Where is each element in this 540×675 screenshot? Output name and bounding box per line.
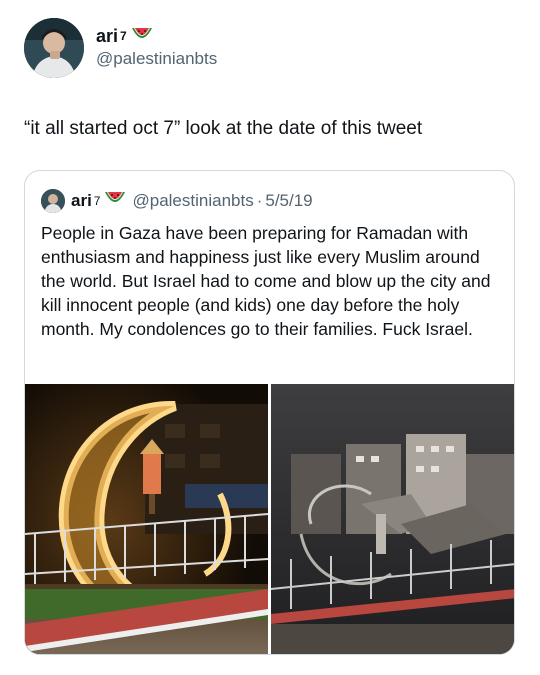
display-name-superscript: 7	[120, 29, 127, 43]
meta-separator: ·	[256, 191, 263, 210]
quoted-display-name-superscript: 7	[93, 194, 101, 208]
quoted-avatar[interactable]	[41, 189, 65, 213]
quoted-avatar-photo	[41, 189, 65, 213]
quoted-tweet-header: ari 7 @palestinianbts · 5/5/19	[41, 189, 313, 213]
handle[interactable]: @palestinianbts	[96, 47, 217, 71]
quoted-tweet-text: People in Gaza have been preparing for R…	[41, 223, 491, 339]
avatar-photo	[24, 18, 84, 78]
quoted-tweet[interactable]: ari 7 @palestinianbts · 5/5/19 People in…	[24, 170, 515, 655]
media-grid	[25, 384, 514, 654]
author-names: ari 7 @palestinianbts	[96, 25, 217, 71]
quoted-date[interactable]: 5/5/19	[265, 190, 312, 212]
tweet-header: ari 7 @palestinianbts	[24, 18, 217, 78]
watermelon-icon	[104, 190, 126, 212]
watermelon-icon	[131, 25, 153, 47]
quoted-handle[interactable]: @palestinianbts	[132, 190, 253, 212]
tweet-text: “it all started oct 7” look at the date …	[24, 118, 423, 139]
display-name-row[interactable]: ari 7	[96, 25, 217, 47]
photo-crescent-lit[interactable]	[25, 384, 268, 654]
display-name[interactable]: ari	[96, 25, 118, 47]
quoted-display-name[interactable]: ari	[71, 190, 92, 212]
avatar[interactable]	[24, 18, 84, 78]
photo-crescent-destroyed[interactable]	[271, 384, 514, 654]
